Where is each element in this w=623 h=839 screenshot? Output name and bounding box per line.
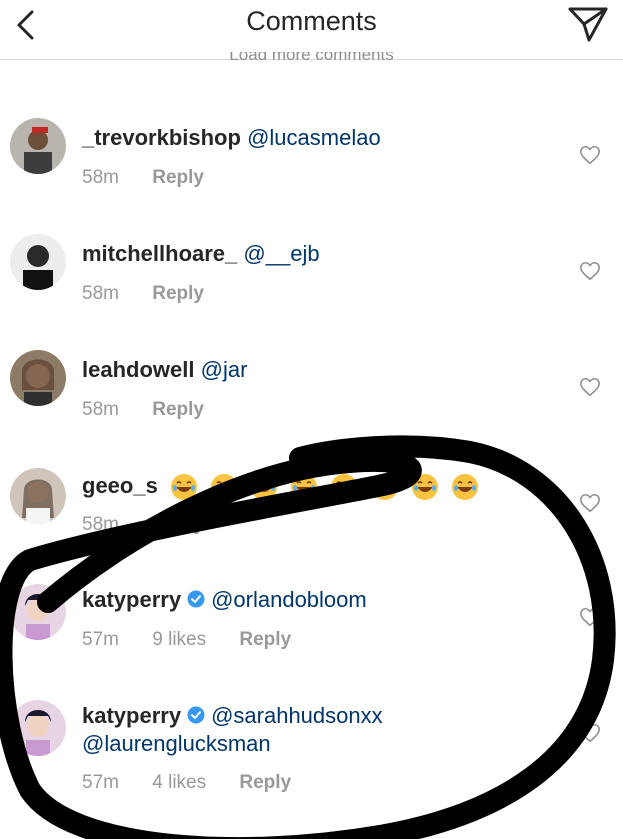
page-title: Comments — [246, 6, 377, 36]
comment-text: katyperry @sarahhudsonxx — [82, 703, 383, 729]
comment-time: 58m — [82, 514, 119, 535]
comments-header: Comments — [0, 0, 623, 60]
heart-icon[interactable] — [579, 722, 601, 744]
avatar[interactable] — [10, 350, 66, 406]
comment-meta: 58m Reply — [82, 399, 232, 421]
comment-likes[interactable]: 4 likes — [152, 772, 206, 793]
comment-text-line-2: @laurenglucksman — [82, 731, 271, 757]
comment-mention[interactable]: @lucasmelao — [247, 125, 381, 150]
comment-mention[interactable]: @laurenglucksman — [82, 731, 271, 756]
comment-text: geeo_s — [82, 473, 485, 501]
reply-button[interactable]: Reply — [152, 514, 204, 535]
heart-icon[interactable] — [579, 260, 601, 282]
reply-button[interactable]: Reply — [152, 167, 204, 188]
laughing-emoji-icon — [371, 474, 398, 501]
laughing-emoji-icon — [291, 474, 318, 501]
avatar[interactable] — [10, 234, 66, 290]
comment-mention[interactable]: @orlandobloom — [211, 587, 367, 612]
comment-meta: 58m Reply — [82, 283, 232, 305]
comment-username[interactable]: katyperry — [82, 587, 181, 612]
verified-badge-icon — [187, 590, 205, 608]
avatar[interactable] — [10, 468, 66, 524]
comment-text: _trevorkbishop @lucasmelao — [82, 125, 381, 151]
comment-time: 58m — [82, 283, 119, 304]
heart-icon[interactable] — [579, 606, 601, 628]
heart-icon[interactable] — [579, 144, 601, 166]
comment-mention[interactable]: @jar — [201, 357, 248, 382]
comment-text: katyperry @orlandobloom — [82, 587, 367, 613]
comment-username[interactable]: leahdowell — [82, 357, 194, 382]
heart-icon[interactable] — [579, 376, 601, 398]
reply-button[interactable]: Reply — [152, 283, 204, 304]
laughing-emoji-icon — [211, 474, 238, 501]
comment-username[interactable]: _trevorkbishop — [82, 125, 241, 150]
laughing-emoji-icon — [251, 474, 278, 501]
comment-time: 58m — [82, 167, 119, 188]
comment-time: 57m — [82, 772, 119, 793]
laughing-emoji-icon — [331, 474, 358, 501]
comment-mention[interactable]: @__ejb — [243, 241, 319, 266]
comment-username[interactable]: katyperry — [82, 703, 181, 728]
heart-icon[interactable] — [579, 492, 601, 514]
laughing-emoji-icon — [451, 474, 478, 501]
laughing-emoji-icon — [411, 474, 438, 501]
comment-mention[interactable]: @sarahhudsonxx — [211, 703, 383, 728]
comment-likes[interactable]: 9 likes — [152, 629, 206, 650]
comment-meta: 57m 4 likes Reply — [82, 772, 319, 794]
avatar[interactable] — [10, 584, 66, 640]
reply-button[interactable]: Reply — [239, 772, 291, 793]
avatar[interactable] — [10, 700, 66, 756]
comment-meta: 58m Reply — [82, 514, 232, 536]
reply-button[interactable]: Reply — [239, 629, 291, 650]
comment-text: leahdowell @jar — [82, 357, 247, 383]
comment-time: 57m — [82, 629, 119, 650]
comment-text: mitchellhoare_ @__ejb — [82, 241, 320, 267]
comment-time: 58m — [82, 399, 119, 420]
paper-plane-icon[interactable] — [567, 4, 609, 44]
load-more-comments[interactable]: Load more comments — [0, 52, 623, 64]
comment-username[interactable]: mitchellhoare_ — [82, 241, 237, 266]
comment-username[interactable]: geeo_s — [82, 473, 158, 498]
reply-button[interactable]: Reply — [152, 399, 204, 420]
comment-meta: 58m Reply — [82, 167, 232, 189]
avatar[interactable] — [10, 118, 66, 174]
laughing-emoji-icon — [170, 474, 197, 501]
comment-meta: 57m 9 likes Reply — [82, 629, 319, 651]
verified-badge-icon — [187, 706, 205, 724]
emoji-row — [170, 473, 485, 501]
